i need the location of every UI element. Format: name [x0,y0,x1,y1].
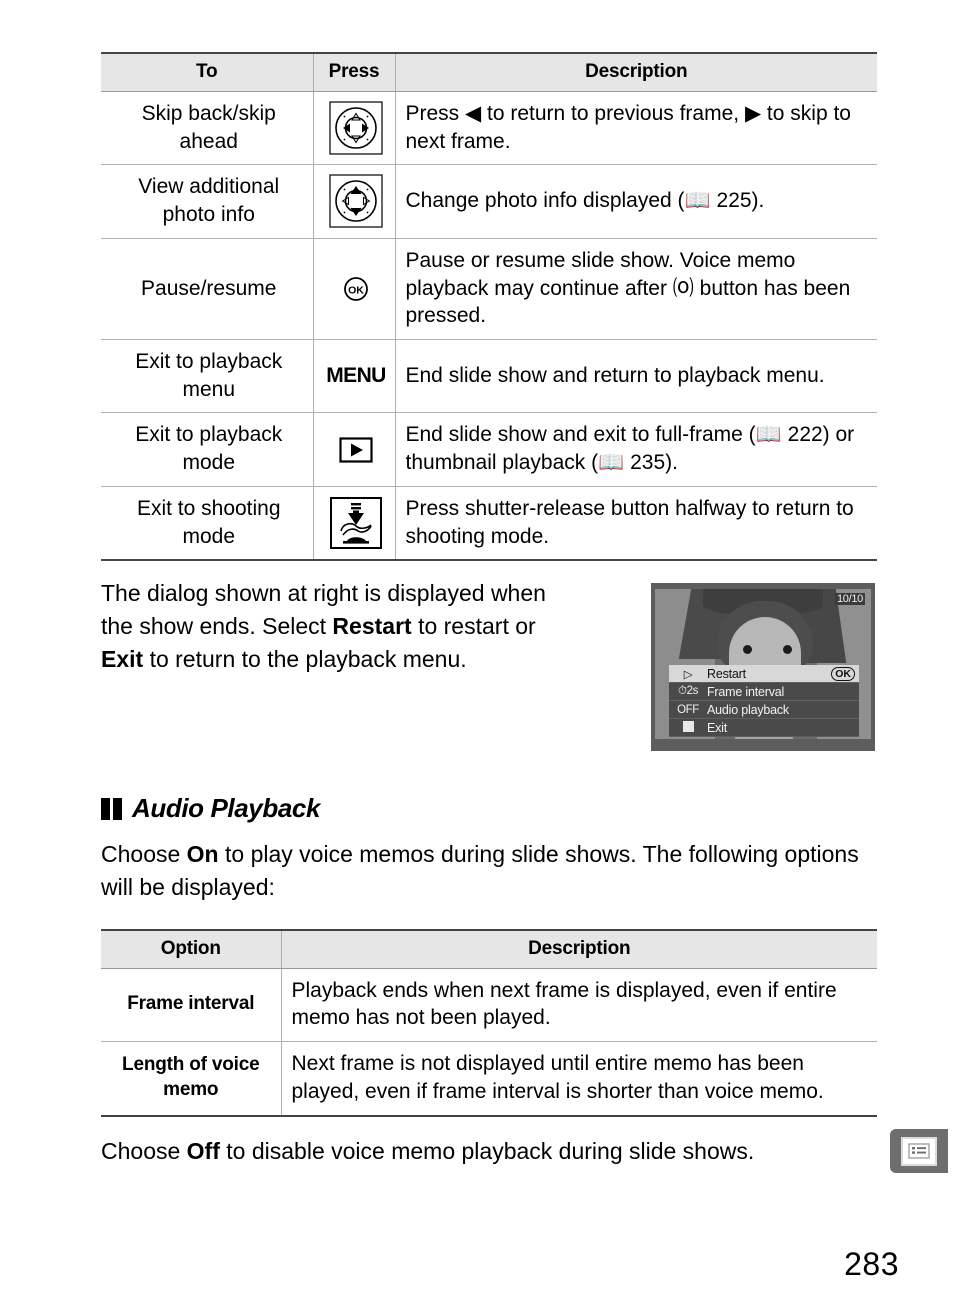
cell-action: Exit to playback mode [101,412,313,487]
frame-interval-value: 2s [686,685,699,698]
playback-button-icon [339,437,373,463]
section-body-paragraph: Choose On to play voice memos during sli… [101,838,877,902]
table-row: Skip back/skip ahead Press ◀ to return t… [101,91,877,166]
closing-post: to disable voice memo playback during sl… [219,1137,755,1164]
stop-square-icon [669,720,707,735]
cell-action: Exit to playback menu [101,339,313,414]
cell-description: Press ◀ to return to previous frame, ▶ t… [394,91,877,166]
cell-option: Length of voice memo [101,1041,281,1117]
table-row: Pause/resume OK Pause or resume slide sh… [101,238,877,341]
table-row: View additional photo info Change photo … [101,164,877,239]
cell-action: View additional photo info [101,164,313,239]
menu-list-icon [901,1136,937,1166]
page-content: To Press Description Skip back/skip ahea… [101,52,877,1167]
intro-line-3: Exit to return to the playback menu. [101,643,621,676]
table-row: Frame interval Playback ends when next f… [101,968,877,1043]
menu-button-icon: MENU [326,363,386,387]
intro-line2-post: to restart or [411,613,536,639]
ok-badge: OK [831,666,855,681]
dialog-intro-text: The dialog shown at right is displayed w… [101,577,621,675]
menu-item-label: Audio playback [707,702,789,717]
table-row: Length of voice memo Next frame is not d… [101,1041,877,1117]
restart-emphasis: Restart [332,613,412,639]
page-number: 283 [844,1246,899,1282]
camera-lcd-illustration: 10/10 ▷ Restart OK ⏱2s Frame interval OF… [651,583,875,752]
cell-description: Change photo info displayed (📖 225). [394,164,877,239]
menu-item-exit[interactable]: Exit [669,719,859,738]
multi-selector-left-right-icon [329,101,383,155]
closing-pre: Choose [101,1137,187,1164]
cell-description: End slide show and return to playback me… [394,339,877,414]
closing-paragraph: Choose Off to disable voice memo playbac… [101,1135,877,1167]
menu-item-audio-playback[interactable]: OFF Audio playback [669,701,859,720]
section-heading-audio-playback: Audio Playback [101,793,877,824]
lcd-bottom-strip [655,741,871,752]
slide-show-end-menu: ▷ Restart OK ⏱2s Frame interval OFF Audi… [669,665,859,738]
cell-press [312,486,395,562]
svg-text:OK: OK [348,284,364,296]
chapter-thumb-tab [890,1129,948,1173]
cell-option: Frame interval [101,968,281,1043]
table-row: Exit to shooting mode Press shutter-rele… [101,486,877,562]
section-body-pre: Choose [101,841,187,868]
intro-line-2: the show ends. Select Restart to restart… [101,610,621,643]
audio-playback-value: OFF [677,703,699,716]
menu-item-label: Exit [707,720,728,735]
intro-line2-pre: the show ends. Select [101,613,333,639]
menu-item-label: Frame interval [707,684,785,699]
cell-description: Next frame is not displayed until entire… [280,1041,877,1117]
slide-show-controls-table: To Press Description Skip back/skip ahea… [101,52,877,562]
on-emphasis: On [186,841,219,868]
intro-line3-post: to return to the playback menu. [143,645,467,672]
cell-action: Exit to shooting mode [101,486,313,562]
cell-press: OK [312,238,395,341]
menu-item-frame-interval[interactable]: ⏱2s Frame interval [669,683,859,702]
audio-playback-options-table: Option Description Frame interval Playba… [101,928,877,1117]
cell-action: Pause/resume [101,238,313,341]
multi-selector-up-down-icon [329,174,383,228]
cell-press [312,164,395,239]
dialog-intro-block: The dialog shown at right is displayed w… [101,577,877,757]
column-header-to: To [101,52,313,92]
cell-description: Press shutter-release button halfway to … [394,486,877,562]
ok-button-icon: OK [342,275,370,303]
clock-2s-icon: ⏱2s [678,685,699,698]
cell-press: MENU [312,339,395,414]
cell-press [312,91,395,166]
cell-action: Skip back/skip ahead [101,91,313,166]
frame-counter: 10/10 [834,593,865,606]
manual-page: To Press Description Skip back/skip ahea… [0,0,954,1314]
shutter-release-halfway-icon [330,496,382,549]
menu-item-restart[interactable]: ▷ Restart OK [669,665,859,684]
off-emphasis: Off [186,1137,220,1164]
intro-line-1: The dialog shown at right is displayed w… [101,580,546,607]
table-row: Exit to playback mode End slide show and… [101,412,877,487]
cell-description: Playback ends when next frame is display… [280,968,877,1043]
play-triangle-icon: ▷ [683,668,693,681]
cell-press [312,412,395,487]
section-marker-icon [101,797,125,820]
column-header-description: Description [394,52,877,92]
section-title: Audio Playback [132,793,321,824]
cell-description: End slide show and exit to full-frame (📖… [394,412,877,487]
table-header-row: Option Description [101,928,877,969]
column-header-press: Press [312,52,395,92]
table-header-row: To Press Description [101,52,877,92]
exit-emphasis: Exit [101,645,144,672]
table-row: Exit to playback menu MENU End slide sho… [101,339,877,414]
column-header-description: Description [280,928,877,969]
cell-description: Pause or resume slide show. Voice memo p… [394,238,877,341]
column-header-option: Option [101,928,281,969]
menu-item-label: Restart [707,666,746,681]
